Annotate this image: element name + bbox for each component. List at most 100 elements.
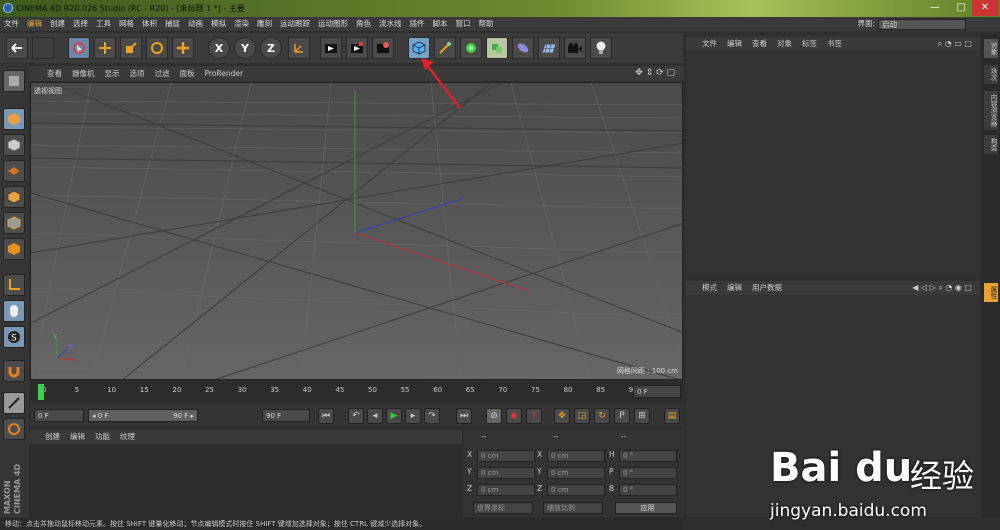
start-frame-field[interactable]: 0 F xyxy=(34,409,84,422)
object-tab-tags[interactable]: 标签 xyxy=(797,37,822,51)
viewport-tab-view[interactable]: 查看 xyxy=(29,66,67,81)
previous-frame-icon[interactable]: ◂ xyxy=(367,408,383,424)
menu-item[interactable]: 运动跟踪 xyxy=(276,17,314,31)
menu-item[interactable]: 捕捉 xyxy=(161,17,184,31)
object-search-icons[interactable]: ⌕ ◔ ▭ ▢ xyxy=(933,37,977,51)
material-manager-area[interactable] xyxy=(29,444,462,517)
menu-item[interactable]: 帮助 xyxy=(475,17,498,31)
key-rotation-icon[interactable]: ↻ xyxy=(594,408,610,424)
object-tab-objects[interactable]: 对象 xyxy=(772,37,797,51)
viewport-tab-camera[interactable]: 摄像机 xyxy=(67,66,100,81)
polygons-mode-icon[interactable] xyxy=(3,238,25,260)
record-active-icon[interactable]: ⊘ xyxy=(486,408,502,424)
menu-item[interactable]: 雕刻 xyxy=(253,17,276,31)
array-generator-icon[interactable] xyxy=(486,37,508,59)
rotate-tool-icon[interactable] xyxy=(146,37,168,59)
coords-position-field[interactable]: 0 cm xyxy=(477,467,535,479)
viewport-nav-icons[interactable]: ✥ ⇕ ⟳ ▢ xyxy=(630,66,680,81)
playhead-handle[interactable] xyxy=(38,384,44,400)
right-tab-content-browser[interactable]: 内容浏览器 xyxy=(984,91,998,130)
material-tab-texture[interactable]: 纹理 xyxy=(115,430,140,444)
menu-item[interactable]: 脚本 xyxy=(429,17,452,31)
snap-magnet-icon[interactable] xyxy=(3,360,25,382)
menu-item[interactable]: 创建 xyxy=(46,17,69,31)
texture-mode-icon[interactable] xyxy=(3,134,25,156)
menu-item[interactable]: 编辑 xyxy=(23,17,46,31)
menu-item[interactable]: 模拟 xyxy=(207,17,230,31)
autokey-icon[interactable]: ◉ xyxy=(506,408,522,424)
perspective-viewport[interactable]: Y Z 透视视图 网格间距 : 100 cm xyxy=(30,82,683,380)
material-tab-create[interactable]: 创建 xyxy=(29,430,65,444)
play-forward-icon[interactable]: ▶ xyxy=(386,408,402,424)
viewport-tab-options[interactable]: 选项 xyxy=(125,66,150,81)
key-scale-icon[interactable]: ◲ xyxy=(574,408,590,424)
workplane-mode-icon[interactable] xyxy=(3,160,25,182)
menu-item[interactable]: 体积 xyxy=(138,17,161,31)
viewport-tab-prorender[interactable]: ProRender xyxy=(200,66,249,81)
menu-item[interactable]: 工具 xyxy=(92,17,115,31)
menu-item[interactable]: 网格 xyxy=(115,17,138,31)
object-tab-file[interactable]: 文件 xyxy=(686,37,722,51)
coords-size-field[interactable]: 0 cm xyxy=(547,450,605,462)
attribute-tab-edit[interactable]: 编辑 xyxy=(722,281,747,295)
undo-button[interactable] xyxy=(6,37,28,59)
solo-mode-icon[interactable]: S xyxy=(3,326,25,348)
render-view-icon[interactable] xyxy=(320,37,342,59)
right-tab-takes[interactable]: 场次 xyxy=(984,65,998,84)
close-button[interactable]: ✕ xyxy=(972,0,998,16)
minimize-button[interactable]: — xyxy=(922,0,948,16)
points-mode-icon[interactable] xyxy=(3,186,25,208)
model-mode-icon[interactable] xyxy=(3,108,25,130)
workplane-lock-icon[interactable] xyxy=(3,418,25,440)
floor-object-icon[interactable] xyxy=(538,37,560,59)
object-tab-bookmarks[interactable]: 书签 xyxy=(822,37,847,51)
coords-position-field[interactable]: 0 cm xyxy=(477,484,535,496)
coords-position-field[interactable]: 0 cm xyxy=(477,450,535,462)
current-frame-field[interactable]: 0 F xyxy=(633,385,681,398)
menu-item[interactable]: 选择 xyxy=(69,17,92,31)
material-tab-function[interactable]: 功能 xyxy=(90,430,115,444)
menu-item[interactable]: 插件 xyxy=(406,17,429,31)
attribute-nav-icons[interactable]: ◀ ◁ ▷ ⌕ ◔ ◉ ▢ xyxy=(907,281,977,295)
menu-item[interactable]: 窗口 xyxy=(452,17,475,31)
coords-size-field[interactable]: 0 cm xyxy=(547,484,605,496)
z-axis-lock-button[interactable]: Z xyxy=(260,37,282,59)
render-settings-icon[interactable] xyxy=(372,37,394,59)
menu-item[interactable]: 文件 xyxy=(0,17,23,31)
add-tool-icon[interactable] xyxy=(172,37,194,59)
render-to-picture-viewer-icon[interactable] xyxy=(346,37,368,59)
x-axis-lock-button[interactable]: X xyxy=(208,37,230,59)
menu-item[interactable]: 流水线 xyxy=(375,17,406,31)
deformer-bend-icon[interactable] xyxy=(512,37,534,59)
coords-rotation-field[interactable]: 0 ° xyxy=(619,467,677,479)
menu-item[interactable]: 动画 xyxy=(184,17,207,31)
previous-key-icon[interactable]: ↶ xyxy=(348,408,364,424)
apply-button[interactable]: 应用 xyxy=(615,502,677,514)
move-tool-icon[interactable] xyxy=(94,37,116,59)
go-to-end-icon[interactable]: ⏭ xyxy=(456,408,472,424)
edges-mode-icon[interactable] xyxy=(3,212,25,234)
live-select-icon[interactable] xyxy=(68,37,90,59)
layout-select[interactable]: 启动 xyxy=(878,18,966,30)
key-parameter-icon[interactable]: P xyxy=(614,408,630,424)
viewport-tab-filter[interactable]: 过滤 xyxy=(150,66,175,81)
right-tab-structure[interactable]: 构造 xyxy=(984,135,998,154)
right-tab-objects[interactable]: 对象 xyxy=(984,39,998,58)
viewport-tab-panel[interactable]: 面板 xyxy=(175,66,200,81)
timeline-ruler[interactable]: 051015202530354045505560657075808590 0 F xyxy=(30,382,683,402)
light-bulb-icon[interactable] xyxy=(590,37,612,59)
object-tab-edit[interactable]: 编辑 xyxy=(722,37,747,51)
go-to-start-icon[interactable]: ⏮ xyxy=(318,408,334,424)
end-frame-field[interactable]: 90 F xyxy=(262,409,310,422)
next-key-icon[interactable]: ↷ xyxy=(424,408,440,424)
scale-tool-icon[interactable] xyxy=(120,37,142,59)
frame-range-slider[interactable]: ◂ 0 F 90 F ▸ xyxy=(88,409,198,422)
right-tab-attributes[interactable]: 属性 xyxy=(984,283,998,302)
attribute-tab-userdata[interactable]: 用户数据 xyxy=(747,281,787,295)
attribute-tab-mode[interactable]: 模式 xyxy=(686,281,722,295)
coords-rotation-field[interactable]: 0 ° xyxy=(619,484,677,496)
tweak-mode-icon[interactable] xyxy=(3,300,25,322)
menu-item[interactable]: 角色 xyxy=(352,17,375,31)
material-tab-edit[interactable]: 编辑 xyxy=(65,430,90,444)
coordinate-mode-select[interactable]: 世界坐标 xyxy=(473,502,533,514)
